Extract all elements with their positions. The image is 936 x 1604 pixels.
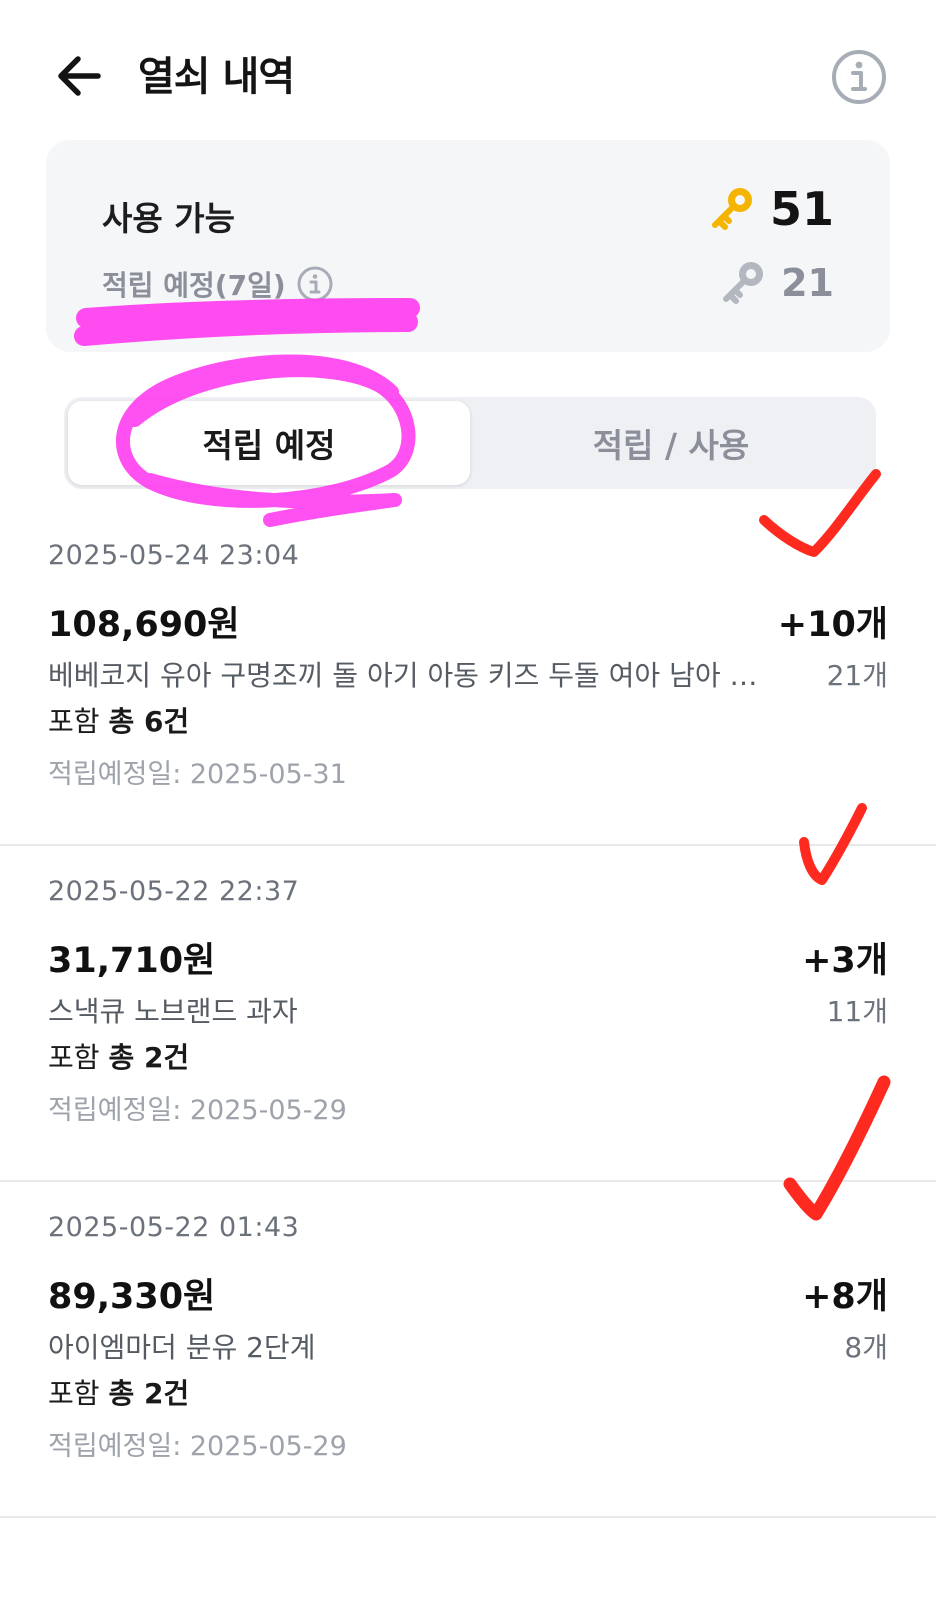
- pending-label-row: 적립 예정(7일): [102, 264, 334, 304]
- due-date: 적립예정일: 2025-05-29: [48, 1431, 347, 1462]
- pending-value: 21: [717, 256, 834, 310]
- product-count: 8개: [844, 1331, 888, 1364]
- keys-earned: +3개: [802, 941, 888, 981]
- tab-pending[interactable]: 적립 예정: [68, 401, 470, 485]
- include-total: 총 6건: [108, 705, 190, 738]
- back-button[interactable]: [52, 48, 108, 104]
- available-label: 사용 가능: [102, 199, 235, 238]
- product-count: 21개: [826, 659, 888, 692]
- arrow-left-icon: [58, 56, 101, 96]
- segmented-tabs: 적립 예정 적립 / 사용: [64, 397, 876, 489]
- available-count: 51: [769, 182, 834, 236]
- include-prefix: 포함: [48, 1041, 100, 1074]
- product-name: 아이엠마더 분유 2단계: [48, 1331, 316, 1364]
- order-date: 2025-05-22 22:37: [48, 876, 300, 907]
- order-date: 2025-05-24 23:04: [48, 540, 300, 571]
- info-button[interactable]: [830, 48, 888, 106]
- due-date: 적립예정일: 2025-05-31: [48, 759, 347, 790]
- include-total: 총 2건: [108, 1377, 190, 1410]
- tab-earned-used[interactable]: 적립 / 사용: [470, 401, 872, 485]
- info-circle-icon[interactable]: [296, 265, 334, 303]
- pending-list: 2025-05-24 23:04 108,690원 +10개 베베코지 유아 구…: [0, 510, 936, 1518]
- product-name: 베베코지 유아 구명조끼 돌 아기 아동 키즈 두돌 여아 남아 수영 조끼: [48, 659, 768, 692]
- order-amount: 31,710원: [48, 941, 216, 981]
- top-app-bar: 열쇠 내역: [0, 0, 936, 140]
- list-item[interactable]: 2025-05-24 23:04 108,690원 +10개 베베코지 유아 구…: [0, 510, 936, 846]
- include-prefix: 포함: [48, 705, 100, 738]
- include-summary: 포함 총 2건: [48, 1036, 189, 1076]
- keys-earned: +10개: [777, 605, 888, 645]
- include-summary: 포함 총 2건: [48, 1372, 189, 1412]
- key-history-page: 열쇠 내역 사용 가능 51 적립 예정(7일) 21 적립 예정 적립 / 사…: [0, 0, 936, 1604]
- gray-key-icon: [723, 262, 764, 304]
- include-prefix: 포함: [48, 1377, 100, 1410]
- gold-key-icon: [711, 188, 752, 230]
- due-date: 적립예정일: 2025-05-29: [48, 1095, 347, 1126]
- include-total: 총 2건: [108, 1041, 190, 1074]
- order-amount: 89,330원: [48, 1277, 216, 1317]
- list-item[interactable]: 2025-05-22 22:37 31,710원 +3개 스낵큐 노브랜드 과자…: [0, 846, 936, 1182]
- key-summary-card: 사용 가능 51 적립 예정(7일) 21: [46, 140, 890, 352]
- product-count: 11개: [826, 995, 888, 1028]
- list-item[interactable]: 2025-05-22 01:43 89,330원 +8개 아이엠마더 분유 2단…: [0, 1182, 936, 1518]
- product-name: 스낵큐 노브랜드 과자: [48, 995, 298, 1028]
- page-title: 열쇠 내역: [138, 54, 295, 100]
- info-circle-icon: [832, 50, 886, 104]
- order-date: 2025-05-22 01:43: [48, 1212, 300, 1243]
- order-amount: 108,690원: [48, 605, 240, 645]
- pending-count: 21: [781, 261, 834, 305]
- pending-label: 적립 예정(7일): [102, 269, 286, 302]
- keys-earned: +8개: [802, 1277, 888, 1317]
- available-value: 51: [706, 182, 834, 236]
- include-summary: 포함 총 6건: [48, 700, 189, 740]
